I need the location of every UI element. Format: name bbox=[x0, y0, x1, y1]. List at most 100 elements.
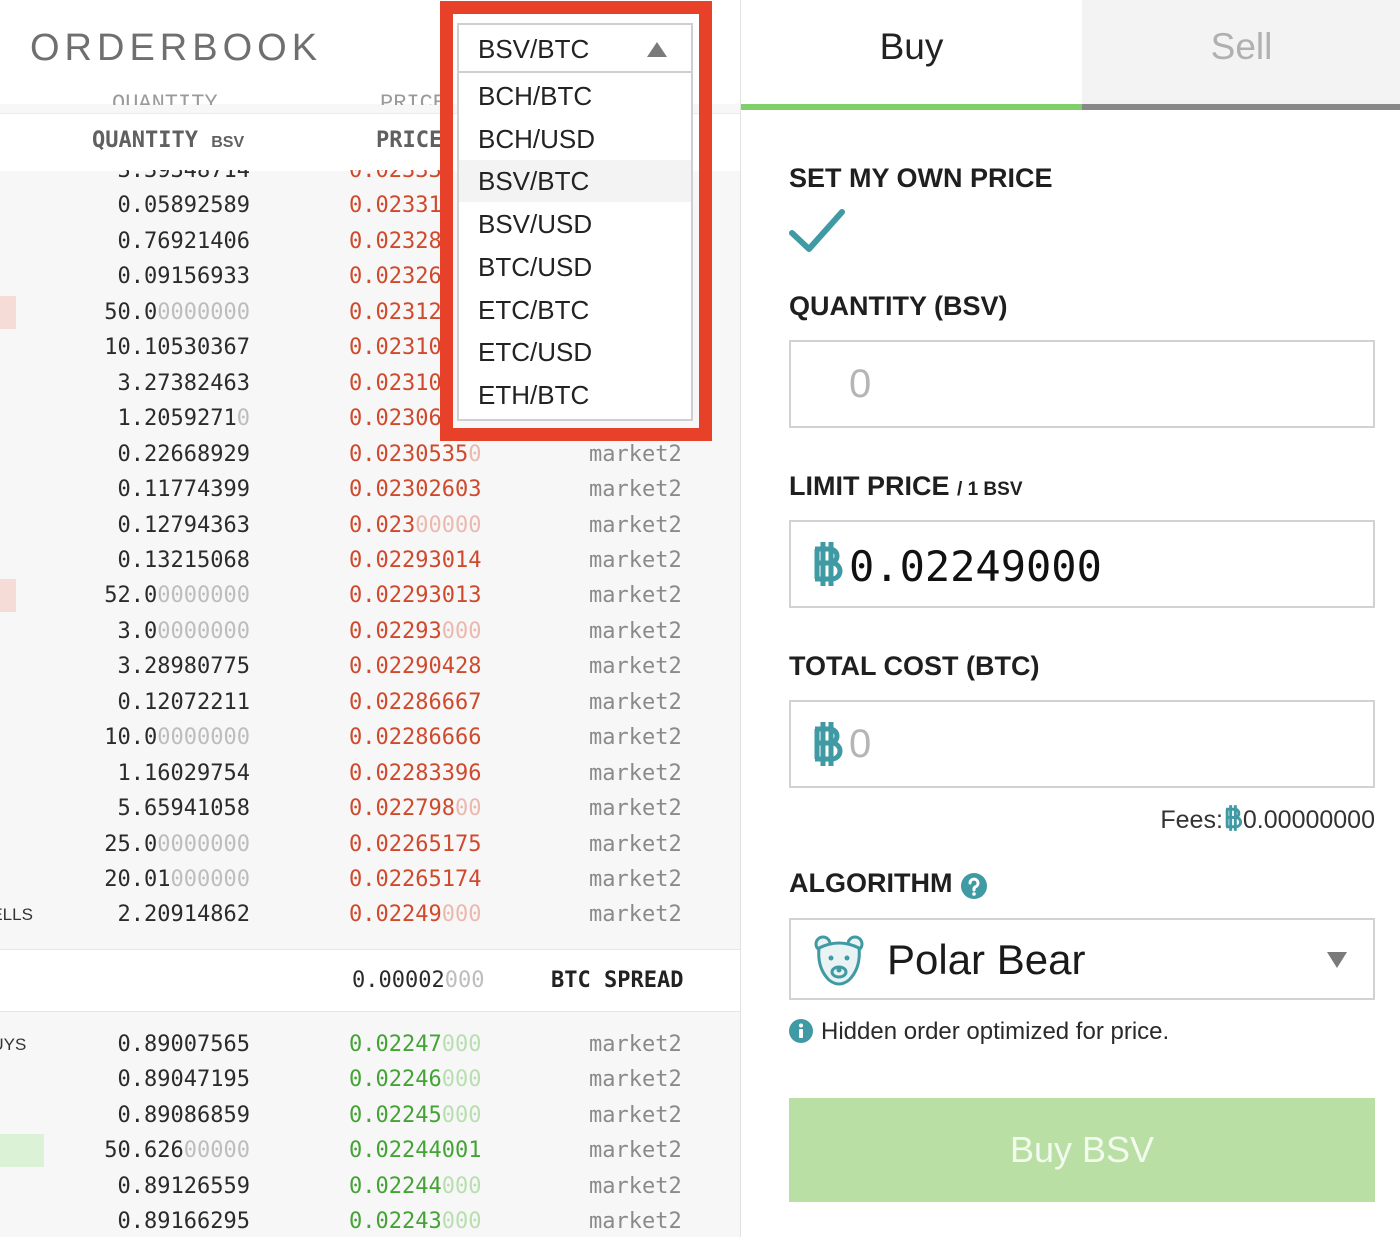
sell-order-row[interactable]: 10.00000000 0.02286666 market2 bbox=[0, 720, 740, 755]
sell-order-row[interactable]: 20.01000000 0.02265174 market2 bbox=[0, 862, 740, 897]
sell-order-row[interactable]: 0.13215068 0.02293014 market2 bbox=[0, 543, 740, 578]
algorithm-select[interactable]: Polar Bear bbox=[789, 918, 1375, 1000]
order-price: 0.02265175 bbox=[349, 831, 482, 857]
price-header[interactable]: PRICE bbox=[376, 128, 442, 153]
set-own-price-label: SET MY OWN PRICE bbox=[789, 163, 1053, 193]
order-quantity: 0.89047195 bbox=[117, 1067, 250, 1093]
order-quantity: 50.62600000 bbox=[104, 1138, 250, 1164]
total-cost-input[interactable]: 0 bbox=[789, 700, 1375, 788]
sell-order-row[interactable]: 3.00000000 0.02293000 market2 bbox=[0, 614, 740, 649]
order-quantity: 10.00000000 bbox=[104, 725, 250, 751]
order-price: 0.02245000 bbox=[349, 1102, 482, 1128]
check-icon[interactable] bbox=[789, 207, 845, 255]
bitcoin-icon bbox=[814, 542, 843, 586]
spread-label: BTC SPREAD bbox=[551, 968, 684, 993]
order-quantity: 10.10530367 bbox=[104, 335, 250, 361]
order-market: market2 bbox=[589, 1173, 682, 1199]
tab-sell[interactable]: Sell bbox=[1082, 0, 1400, 110]
sell-order-row[interactable]: 0.12794363 0.02300000 market2 bbox=[0, 508, 740, 543]
quantity-label: QUANTITY (BSV) bbox=[789, 291, 1008, 321]
header-ghost-right: PRICE bbox=[380, 93, 446, 105]
order-price: 0.02310 bbox=[349, 335, 442, 361]
quantity-input[interactable]: 0 bbox=[789, 340, 1375, 428]
algorithm-label: ALGORITHM bbox=[789, 868, 953, 898]
order-quantity: 0.89086859 bbox=[117, 1102, 250, 1128]
buy-order-row[interactable]: 0.89126559 0.02244000 market2 bbox=[0, 1169, 740, 1204]
order-market: market2 bbox=[589, 512, 682, 538]
order-market: market2 bbox=[589, 1067, 682, 1093]
order-market: market2 bbox=[589, 477, 682, 503]
order-price: 0.02331 bbox=[349, 193, 442, 219]
info-circle-icon bbox=[789, 1019, 813, 1043]
order-market: market2 bbox=[589, 689, 682, 715]
order-market: market2 bbox=[589, 654, 682, 680]
order-quantity: 52.00000000 bbox=[104, 583, 250, 609]
total-cost-placeholder: 0 bbox=[849, 722, 872, 766]
order-market: market2 bbox=[589, 547, 682, 573]
order-price: 0.02243000 bbox=[349, 1209, 482, 1235]
sell-order-row[interactable]: 0.11774399 0.02302603 market2 bbox=[0, 472, 740, 507]
buy-bsv-button[interactable]: Buy BSV bbox=[789, 1098, 1375, 1202]
order-price: 0.02290428 bbox=[349, 654, 482, 680]
order-market: market2 bbox=[589, 831, 682, 857]
order-price: 0.02283396 bbox=[349, 760, 482, 786]
order-price: 0.02312 bbox=[349, 299, 442, 325]
order-market: market2 bbox=[589, 1102, 682, 1128]
polar-bear-icon bbox=[814, 935, 864, 986]
order-price: 0.02293013 bbox=[349, 583, 482, 609]
question-circle-icon[interactable] bbox=[961, 873, 987, 899]
spread-value: 0.00002000 bbox=[352, 968, 485, 993]
order-quantity: 0.89126559 bbox=[117, 1173, 250, 1199]
algorithm-value: Polar Bear bbox=[887, 936, 1086, 983]
sell-order-row[interactable]: 5.65941058 0.02279800 market2 bbox=[0, 791, 740, 826]
total-cost-label: TOTAL COST (BTC) bbox=[789, 651, 1040, 681]
order-quantity: 3.28980775 bbox=[117, 654, 250, 680]
sell-order-row[interactable]: 1.16029754 0.02283396 market2 bbox=[0, 756, 740, 791]
sell-order-row[interactable]: 0.22668929 0.02305350 market2 bbox=[0, 437, 740, 472]
order-price: 0.02300000 bbox=[349, 512, 482, 538]
order-price: 0.02333 bbox=[349, 170, 442, 183]
limit-price-label: LIMIT PRICE / 1 BSV bbox=[789, 471, 1023, 501]
order-market: market2 bbox=[589, 796, 682, 822]
order-form-panel: Buy Sell SET MY OWN PRICE QUANTITY (BSV)… bbox=[740, 0, 1400, 1237]
order-quantity: 0.89007565 bbox=[117, 1032, 250, 1057]
header-ghost-left: QUANTITY bbox=[112, 93, 218, 105]
fees-readout: Fees: 0.00000000 bbox=[1160, 805, 1375, 834]
bitcoin-icon bbox=[814, 722, 843, 766]
buy-order-row[interactable]: 0.89086859 0.02245000 market2 bbox=[0, 1098, 740, 1133]
sell-order-row[interactable]: SELLS 2.20914862 0.02249000 market2 bbox=[0, 897, 740, 932]
order-price: 0.02305350 bbox=[349, 441, 482, 467]
order-quantity: 0.22668929 bbox=[117, 441, 250, 467]
order-price: 0.02293000 bbox=[349, 618, 482, 644]
order-price: 0.02244001 bbox=[349, 1138, 482, 1164]
order-price: 0.02310 bbox=[349, 370, 442, 396]
order-quantity: 5.65941058 bbox=[117, 796, 250, 822]
sell-order-row[interactable]: 3.28980775 0.02290428 market2 bbox=[0, 649, 740, 684]
order-price: 0.02326 bbox=[349, 264, 442, 290]
buy-order-row[interactable]: BUYS 0.89007565 0.02247000 market2 bbox=[0, 1027, 740, 1062]
sell-order-row[interactable]: 25.00000000 0.02265175 market2 bbox=[0, 827, 740, 862]
order-price: 0.02302603 bbox=[349, 477, 482, 503]
order-quantity: 0.13215068 bbox=[117, 547, 250, 573]
chevron-down-icon bbox=[1327, 952, 1347, 968]
order-quantity: 0.12794363 bbox=[117, 512, 250, 538]
depth-bar bbox=[0, 295, 16, 329]
order-price: 0.02306 bbox=[349, 406, 442, 432]
tab-buy[interactable]: Buy bbox=[741, 0, 1082, 110]
limit-price-input[interactable]: 0.02249000 bbox=[789, 520, 1375, 608]
buy-order-row[interactable]: 0.89047195 0.02246000 market2 bbox=[0, 1062, 740, 1097]
bitcoin-icon bbox=[1225, 805, 1242, 831]
order-price: 0.02286666 bbox=[349, 725, 482, 751]
sell-order-row[interactable]: 0.12072211 0.02286667 market2 bbox=[0, 685, 740, 720]
quantity-header[interactable]: QUANTITY BSV bbox=[92, 128, 244, 153]
order-price: 0.02279800 bbox=[349, 796, 482, 822]
order-price: 0.02246000 bbox=[349, 1067, 482, 1093]
buy-order-row[interactable]: 0.89166295 0.02243000 market2 bbox=[0, 1204, 740, 1237]
sell-order-row[interactable]: 52.00000000 0.02293013 market2 bbox=[0, 578, 740, 613]
order-quantity: 1.16029754 bbox=[117, 760, 250, 786]
order-market: market2 bbox=[589, 1209, 682, 1235]
algorithm-info: Hidden order optimized for price. bbox=[789, 1018, 1169, 1046]
buy-order-row[interactable]: 50.62600000 0.02244001 market2 bbox=[0, 1133, 740, 1168]
buy-orders: BUYS0.890075650.02247000market20.8904719… bbox=[0, 1010, 740, 1237]
order-price: 0.02244000 bbox=[349, 1173, 482, 1199]
